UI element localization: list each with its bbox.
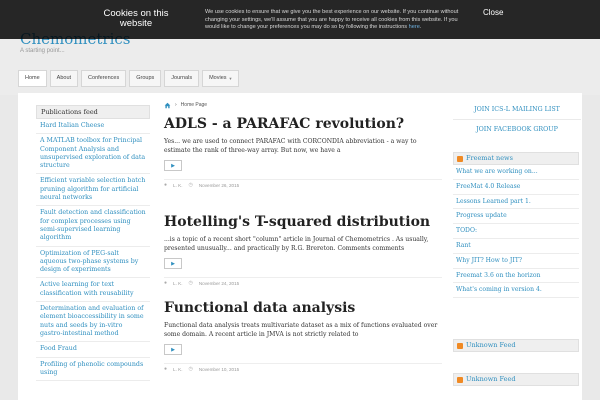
post-author[interactable]: L. K. — [173, 281, 182, 286]
user-icon: ● — [164, 182, 168, 188]
clock-icon: ◷ — [188, 182, 193, 188]
post-excerpt: Yes... we are used to connect PARAFAC wi… — [164, 138, 417, 154]
freemat-item[interactable]: TODO: — [453, 224, 579, 239]
publications-sidebar: Publications feed Hard Italian Cheese A … — [36, 105, 150, 382]
chevron-right-icon: ▶ — [171, 260, 175, 267]
nav-movies[interactable]: Movies ▼ — [202, 70, 240, 87]
user-icon: ● — [164, 366, 168, 372]
breadcrumb-current: Home Page — [180, 102, 208, 108]
nav-groups[interactable]: Groups — [129, 70, 162, 87]
post-meta: ● L. K. ◷ November 10, 2015 — [164, 363, 442, 372]
nav-movies-label: Movies — [209, 75, 227, 81]
cookie-banner: Cookies on this website We use cookies t… — [0, 0, 600, 39]
feed-item[interactable]: Efficient variable selection batch pruni… — [36, 174, 150, 207]
freemat-item[interactable]: Progress update — [453, 209, 579, 225]
post-excerpt: Functional data analysis treats multivar… — [164, 322, 438, 338]
post-date: November 24, 2015 — [198, 280, 240, 286]
feed-item[interactable]: Profiling of phenolic compounds using — [36, 358, 150, 382]
feed-item[interactable]: Fault detection and classification for c… — [36, 206, 150, 247]
feed-item[interactable]: Optimization of PEG-salt aqueous two-pha… — [36, 247, 150, 279]
post-meta: ● L. K. ◷ November 24, 2015 — [164, 277, 442, 286]
freemat-feed-title[interactable]: Freemat news — [466, 153, 513, 164]
post-date: November 10, 2015 — [198, 366, 240, 372]
rss-icon[interactable] — [457, 376, 463, 383]
freemat-item[interactable]: Rant — [453, 239, 579, 254]
feed-item[interactable]: Food Fraud — [36, 342, 150, 358]
post-meta: ● L. K. ◷ November 26, 2015 — [164, 179, 442, 188]
cookie-instructions-link[interactable]: here — [409, 24, 420, 30]
read-more-button[interactable]: ▶ — [164, 344, 182, 355]
feed-item[interactable]: A MATLAB toolbox for Principal Component… — [36, 134, 150, 175]
nav-conferences-label: Conferences — [88, 75, 120, 81]
clock-icon: ◷ — [188, 366, 193, 372]
post-date: November 26, 2015 — [198, 182, 240, 188]
rss-icon[interactable] — [457, 342, 463, 349]
feed-item[interactable]: Active learning for text classification … — [36, 278, 150, 303]
freemat-item[interactable]: Freemat 3.6 on the horizon — [453, 269, 579, 284]
freemat-item[interactable]: What's coming in version 4. — [453, 283, 579, 299]
unknown-feed-title[interactable]: Unknown Feed — [466, 374, 516, 385]
post-author[interactable]: L. K. — [173, 183, 182, 188]
breadcrumb: › Home Page — [164, 100, 442, 110]
content-area: Publications feed Hard Italian Cheese A … — [18, 93, 582, 400]
freemat-item[interactable]: What we are working on... — [453, 165, 579, 180]
site-tagline: A starting point... — [20, 48, 65, 54]
post: Functional data analysis Functional data… — [164, 300, 442, 372]
read-more-button[interactable]: ▶ — [164, 160, 182, 171]
freemat-item[interactable]: Why JIT? How to JIT? — [453, 254, 579, 269]
post-excerpt: ...is a topic of a recent short "column"… — [164, 236, 429, 252]
publications-feed-title: Publications feed — [36, 105, 150, 119]
post-author[interactable]: L. K. — [173, 367, 182, 372]
user-icon: ● — [164, 280, 168, 286]
read-more-button[interactable]: ▶ — [164, 258, 182, 269]
unknown-feed-title[interactable]: Unknown Feed — [466, 340, 516, 351]
home-icon[interactable] — [164, 102, 171, 109]
post-title[interactable]: ADLS - a PARAFAC revolution? — [164, 116, 442, 132]
chevron-right-icon: ▶ — [171, 162, 175, 169]
cookie-message: We use cookies to ensure that we give yo… — [205, 9, 459, 31]
nav-conferences[interactable]: Conferences — [81, 70, 127, 87]
unknown-feed-header: Unknown Feed — [453, 373, 579, 386]
unknown-feed-header: Unknown Feed — [453, 339, 579, 352]
post: ADLS - a PARAFAC revolution? Yes... we a… — [164, 116, 442, 188]
freemat-feed: Freemat news What we are working on... F… — [453, 152, 579, 299]
join-mailing-list-link[interactable]: JOIN ICS-L MAILING LIST — [453, 104, 581, 120]
cookie-close-button[interactable]: Close — [483, 8, 503, 17]
nav-about-label: About — [56, 75, 72, 81]
feed-item[interactable]: Hard Italian Cheese — [36, 119, 150, 135]
clock-icon: ◷ — [188, 280, 193, 286]
chevron-down-icon: ▼ — [228, 76, 233, 81]
nav-journals-label: Journals — [171, 75, 193, 81]
nav-home[interactable]: Home — [18, 70, 47, 87]
rss-icon[interactable] — [457, 155, 463, 162]
cookie-text: We use cookies to ensure that we give yo… — [205, 9, 459, 31]
freemat-item[interactable]: FreeMat 4.0 Release — [453, 180, 579, 195]
unknown-feed: Unknown Feed — [453, 373, 579, 386]
nav-about[interactable]: About — [49, 70, 79, 87]
nav-home-label: Home — [25, 75, 40, 81]
main-column: › Home Page ADLS - a PARAFAC revolution?… — [164, 100, 442, 372]
join-facebook-group-link[interactable]: JOIN FACEBOOK GROUP — [453, 124, 581, 136]
freemat-feed-header: Freemat news — [453, 152, 579, 165]
breadcrumb-separator-icon: › — [175, 102, 177, 108]
nav-journals[interactable]: Journals — [164, 70, 200, 87]
right-sidebar: JOIN ICS-L MAILING LIST JOIN FACEBOOK GR… — [453, 104, 581, 386]
cookie-title: Cookies on this website — [103, 8, 169, 29]
feed-item[interactable]: Determination and evaluation of element … — [36, 302, 150, 343]
post: Hotelling's T-squared distribution ...is… — [164, 214, 442, 286]
freemat-item[interactable]: Lessons Learned part 1. — [453, 195, 579, 210]
unknown-feed: Unknown Feed — [453, 339, 579, 352]
chevron-right-icon: ▶ — [171, 346, 175, 353]
post-title[interactable]: Hotelling's T-squared distribution — [164, 214, 442, 230]
nav-groups-label: Groups — [136, 75, 155, 81]
main-nav: Home About Conferences Groups Journals M… — [18, 70, 240, 87]
post-title[interactable]: Functional data analysis — [164, 300, 442, 316]
